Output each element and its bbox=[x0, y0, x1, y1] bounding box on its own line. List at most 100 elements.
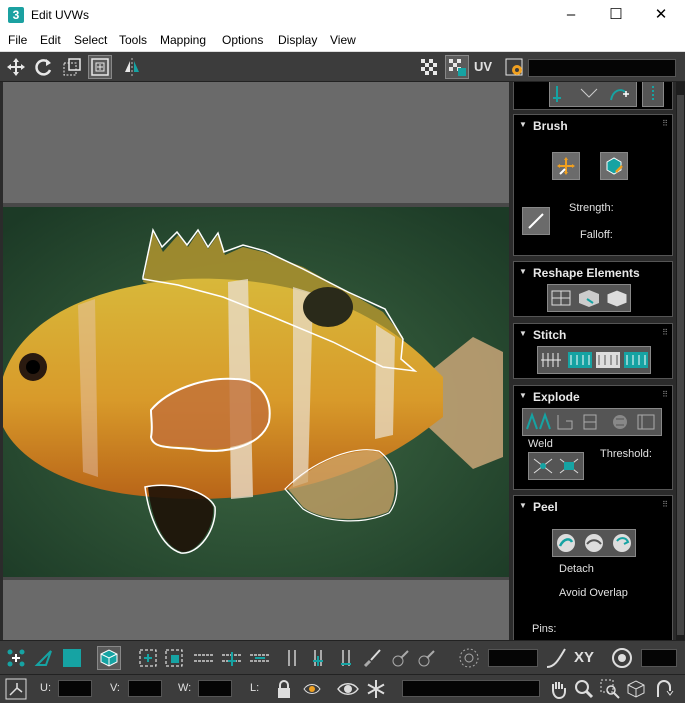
lock-icon[interactable] bbox=[272, 677, 296, 701]
soft-selection-icon[interactable] bbox=[457, 646, 481, 670]
edge-select-icon[interactable] bbox=[32, 646, 56, 670]
peel-title: Peel bbox=[533, 500, 558, 514]
freeze-icon[interactable] bbox=[364, 677, 388, 701]
selection-filter-field[interactable] bbox=[402, 680, 540, 697]
menu-file[interactable]: File bbox=[8, 33, 27, 47]
rollout-brush: ▼ Brush ⠿ Strength: Falloff: bbox=[513, 114, 673, 256]
relax-brush-icon[interactable] bbox=[600, 152, 628, 180]
w-label: W: bbox=[178, 682, 192, 694]
coordinate-bar: U: V: W: L: bbox=[0, 674, 685, 703]
strength-label: Strength: bbox=[569, 202, 614, 214]
loop-grow-icon[interactable] bbox=[220, 646, 244, 670]
grip-icon[interactable]: ⠿ bbox=[662, 328, 668, 337]
move-icon[interactable] bbox=[4, 55, 28, 79]
collapse-arrow-icon[interactable]: ▼ bbox=[519, 391, 527, 400]
select-grow-icon[interactable] bbox=[136, 646, 160, 670]
v-coordinate-field[interactable] bbox=[128, 680, 162, 697]
collapse-arrow-icon[interactable]: ▼ bbox=[519, 120, 527, 129]
brush-title: Brush bbox=[533, 119, 568, 133]
paint-select-icon[interactable] bbox=[360, 646, 384, 670]
minimize-button[interactable]: – bbox=[548, 0, 594, 30]
show-hidden-icon[interactable] bbox=[300, 677, 324, 701]
collapse-arrow-icon[interactable]: ▼ bbox=[519, 501, 527, 510]
peel-tools-group[interactable] bbox=[552, 529, 636, 557]
menu-display[interactable]: Display bbox=[278, 33, 317, 47]
uv-editor-viewport[interactable] bbox=[3, 82, 509, 640]
explode-tools-group[interactable] bbox=[522, 408, 662, 436]
threshold-label: Threshold: bbox=[600, 448, 652, 460]
eye-icon[interactable] bbox=[336, 677, 360, 701]
pan-hand-icon[interactable] bbox=[546, 677, 570, 701]
v-label: V: bbox=[110, 682, 120, 694]
w-coordinate-field[interactable] bbox=[198, 680, 232, 697]
xy-label[interactable]: XY bbox=[574, 649, 594, 666]
menu-tools[interactable]: Tools bbox=[119, 33, 147, 47]
detach-label[interactable]: Detach bbox=[559, 563, 594, 575]
face-select-icon[interactable] bbox=[60, 646, 84, 670]
checker-map-icon[interactable] bbox=[417, 55, 441, 79]
zoom-icon[interactable] bbox=[572, 677, 596, 701]
u-label: U: bbox=[40, 682, 51, 694]
element-select-icon[interactable] bbox=[97, 646, 121, 670]
sketch-tools-group[interactable] bbox=[549, 82, 637, 107]
freeform-icon[interactable] bbox=[88, 55, 112, 79]
loop-select-icon[interactable] bbox=[192, 646, 216, 670]
ring-grow-icon[interactable] bbox=[306, 646, 330, 670]
snap-icon[interactable] bbox=[652, 677, 676, 701]
avoid-overlap-label[interactable]: Avoid Overlap bbox=[559, 587, 628, 599]
panel-scrollbar-thumb[interactable] bbox=[677, 95, 684, 635]
menu-mapping[interactable]: Mapping bbox=[160, 33, 206, 47]
close-button[interactable]: ✕ bbox=[638, 0, 684, 30]
grip-icon[interactable]: ⠿ bbox=[662, 119, 668, 128]
paint-move-brush-icon[interactable] bbox=[552, 152, 580, 180]
select-shrink-icon[interactable] bbox=[162, 646, 186, 670]
reshape-tools-group[interactable] bbox=[547, 284, 631, 312]
menu-bar: File Edit Select Tools Mapping Options D… bbox=[0, 30, 685, 52]
weld-label: Weld bbox=[528, 438, 553, 450]
texture-dropdown[interactable] bbox=[528, 59, 676, 77]
falloff-label: Falloff: bbox=[580, 229, 613, 241]
app-icon: 3 bbox=[8, 7, 24, 23]
ring-select-icon[interactable] bbox=[280, 646, 304, 670]
relative-offset-icon[interactable] bbox=[4, 677, 28, 701]
pin-icon[interactable] bbox=[610, 646, 634, 670]
uv-settings-icon[interactable] bbox=[502, 55, 526, 79]
ring-shrink-icon[interactable] bbox=[334, 646, 358, 670]
brush-line-icon[interactable] bbox=[522, 207, 550, 235]
zoom-region-icon[interactable] bbox=[598, 677, 622, 701]
collapse-arrow-icon[interactable]: ▼ bbox=[519, 267, 527, 276]
maximize-button[interactable]: ☐ bbox=[593, 0, 639, 30]
align-icon[interactable] bbox=[642, 82, 664, 107]
checker-pattern-icon[interactable] bbox=[445, 55, 469, 79]
menu-view[interactable]: View bbox=[330, 33, 356, 47]
rotate-icon[interactable] bbox=[32, 55, 56, 79]
menu-edit[interactable]: Edit bbox=[40, 33, 61, 47]
weld-tools-group[interactable] bbox=[528, 452, 584, 480]
l-label: L: bbox=[250, 682, 260, 694]
falloff-curve-icon[interactable] bbox=[544, 646, 568, 670]
grip-icon[interactable]: ⠿ bbox=[662, 390, 668, 399]
uv-label: UV bbox=[474, 59, 493, 74]
loop-shrink-icon[interactable] bbox=[248, 646, 272, 670]
paint-select-grow-icon[interactable] bbox=[388, 646, 412, 670]
rollout-reshape-elements: ▼ Reshape Elements bbox=[513, 261, 673, 317]
zoom-extents-icon[interactable] bbox=[624, 677, 648, 701]
texture-background-image bbox=[3, 207, 509, 577]
stitch-tools-group[interactable] bbox=[537, 346, 651, 374]
explode-title: Explode bbox=[533, 390, 580, 404]
u-coordinate-field[interactable] bbox=[58, 680, 92, 697]
rollout-peel: ▼ Peel ⠿ Detach Avoid Overlap Pins: bbox=[513, 495, 673, 640]
grip-icon[interactable]: ⠿ bbox=[662, 500, 668, 509]
vertex-select-icon[interactable] bbox=[4, 646, 28, 670]
collapse-arrow-icon[interactable]: ▼ bbox=[519, 329, 527, 338]
pins-label: Pins: bbox=[532, 623, 557, 635]
menu-select[interactable]: Select bbox=[74, 33, 107, 47]
mirror-icon[interactable] bbox=[120, 55, 144, 79]
soft-selection-value-field[interactable] bbox=[488, 649, 538, 667]
rollout-explode: ▼ Explode ⠿ Weld Threshold: bbox=[513, 385, 673, 490]
pin-value-field[interactable] bbox=[641, 649, 677, 667]
paint-select-shrink-icon[interactable] bbox=[414, 646, 438, 670]
scale-icon[interactable] bbox=[60, 55, 84, 79]
menu-options[interactable]: Options bbox=[222, 33, 263, 47]
rollout-stitch: ▼ Stitch ⠿ bbox=[513, 323, 673, 379]
